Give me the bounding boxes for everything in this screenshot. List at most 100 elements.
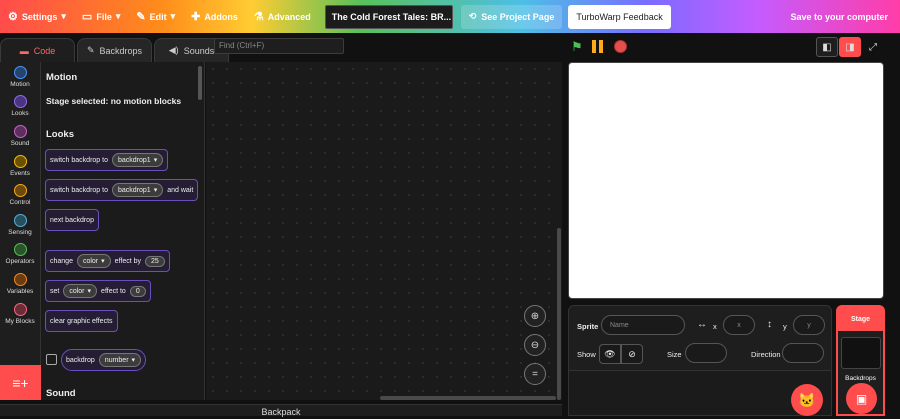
fullscreen-icon: ⤢ xyxy=(869,41,877,53)
image-plus-icon: ▣ xyxy=(855,391,868,406)
block-next-backdrop[interactable]: next backdrop xyxy=(45,209,99,231)
feedback-button[interactable]: TurboWarp Feedback xyxy=(568,4,671,29)
effect-dropdown[interactable]: color xyxy=(76,254,111,268)
settings-menu[interactable]: ⚙ Settings ▾ xyxy=(0,0,74,33)
stop-button[interactable] xyxy=(614,40,627,53)
normal-stage-button[interactable]: ◨ xyxy=(839,37,861,57)
caret-down-icon: ▾ xyxy=(115,11,121,21)
file-menu[interactable]: ▭ File ▾ xyxy=(74,0,128,33)
block-backdrop-reporter[interactable]: backdrop number xyxy=(61,349,147,371)
add-sprite-button[interactable]: 🐱 xyxy=(791,384,823,416)
pause-bar-icon xyxy=(592,40,596,53)
sensing-dot-icon xyxy=(13,213,27,227)
block-palette: Motion Stage selected: no motion blocks … xyxy=(41,62,205,400)
script-workspace[interactable] xyxy=(206,62,562,400)
show-hidden-button[interactable]: ⊘ xyxy=(621,344,643,364)
block-change-effect[interactable]: change color effect by 25 xyxy=(45,250,170,272)
block-set-effect[interactable]: set color effect to 0 xyxy=(45,280,151,302)
variables-dot-icon xyxy=(13,272,27,286)
editor-tabs: ▬ Code ✎ Backdrops ◀) Sounds xyxy=(0,38,229,62)
y-label: y xyxy=(783,322,787,331)
green-flag-icon[interactable]: ⚑ xyxy=(571,39,583,55)
direction-label: Direction xyxy=(751,350,781,359)
category-sound[interactable]: Sound xyxy=(0,121,40,151)
x-label: x xyxy=(713,322,717,331)
effect-value-input[interactable]: 25 xyxy=(145,255,165,267)
backdrop-property-dropdown[interactable]: number xyxy=(98,353,142,367)
add-backdrop-button[interactable]: ▣ xyxy=(846,383,877,414)
brush-icon: ✎ xyxy=(86,45,95,55)
zoom-out-icon: ⊖ xyxy=(530,339,540,351)
motion-note: Stage selected: no motion blocks xyxy=(46,96,182,106)
show-visible-button[interactable]: 👁 xyxy=(599,344,621,364)
extension-icon: ≡+ xyxy=(12,374,29,391)
caret-down-icon: ▾ xyxy=(61,11,66,21)
y-input[interactable]: y xyxy=(793,315,825,335)
zoom-in-button[interactable]: ⊕ xyxy=(524,305,546,327)
addons-menu[interactable]: ✚ Addons xyxy=(183,0,246,33)
advanced-menu[interactable]: ⚗ Advanced xyxy=(246,0,319,33)
horizontal-arrows-icon: ↔ xyxy=(697,319,707,330)
flask-icon: ⚗ xyxy=(253,11,264,23)
sprite-name-input[interactable]: Name xyxy=(601,315,685,335)
category-events[interactable]: Events xyxy=(0,151,40,181)
eye-slash-icon: ⊘ xyxy=(628,348,636,359)
category-menu: Motion Looks Sound Events Control Sensin… xyxy=(0,62,41,400)
stage-canvas[interactable] xyxy=(568,62,884,299)
puzzle-icon: ✚ xyxy=(191,11,201,23)
add-extension-button[interactable]: ≡+ xyxy=(0,365,41,400)
menu-bar: ⚙ Settings ▾ ▭ File ▾ ✎ Edit ▾ ✚ Addons … xyxy=(0,0,900,33)
save-button[interactable]: Save to your computer xyxy=(782,0,900,33)
category-variables[interactable]: Variables xyxy=(0,269,40,299)
direction-input[interactable] xyxy=(782,343,824,363)
eye-icon: 👁 xyxy=(604,348,616,359)
control-dot-icon xyxy=(13,184,27,198)
category-sensing[interactable]: Sensing xyxy=(0,210,40,240)
workspace-vertical-scrollbar[interactable] xyxy=(557,228,561,400)
fullscreen-button[interactable]: ⤢ xyxy=(862,37,884,57)
stage-pane-title: Stage xyxy=(838,307,883,331)
edit-menu[interactable]: ✎ Edit ▾ xyxy=(128,0,183,33)
backdrop-thumbnail xyxy=(841,337,881,369)
show-label: Show xyxy=(577,350,596,359)
effect-dropdown[interactable]: color xyxy=(63,284,98,298)
refresh-icon: ⟲ xyxy=(468,11,477,21)
zoom-out-button[interactable]: ⊖ xyxy=(524,334,546,356)
block-clear-effects[interactable]: clear graphic effects xyxy=(45,310,118,332)
x-input[interactable]: x xyxy=(723,315,755,335)
backpack-bar[interactable]: Backpack xyxy=(0,404,562,417)
category-motion[interactable]: Motion xyxy=(0,62,40,92)
backdrop-dropdown[interactable]: backdrop1 xyxy=(111,153,164,167)
zoom-reset-button[interactable]: = xyxy=(524,363,546,385)
tab-backdrops[interactable]: ✎ Backdrops xyxy=(77,38,152,62)
equals-icon: = xyxy=(532,368,538,380)
normal-stage-icon: ◨ xyxy=(845,41,855,53)
gear-icon: ⚙ xyxy=(8,11,18,23)
effect-value-input[interactable]: 0 xyxy=(129,285,146,297)
category-control[interactable]: Control xyxy=(0,180,40,210)
category-my-blocks[interactable]: My Blocks xyxy=(0,299,40,329)
operators-dot-icon xyxy=(13,243,27,257)
backdrop-checkbox[interactable] xyxy=(46,354,57,365)
pause-button[interactable] xyxy=(592,40,606,53)
block-switch-backdrop-and-wait[interactable]: switch backdrop to backdrop1 and wait xyxy=(45,179,199,201)
palette-scrollbar[interactable] xyxy=(198,66,202,100)
code-icon: ▬ xyxy=(19,45,29,56)
small-stage-button[interactable]: ◧ xyxy=(816,37,838,57)
see-project-button[interactable]: ⟲ See Project Page xyxy=(460,4,563,29)
speaker-icon: ◀) xyxy=(168,45,179,55)
looks-heading: Looks xyxy=(46,129,74,140)
size-input[interactable] xyxy=(685,343,727,363)
tab-code[interactable]: ▬ Code xyxy=(0,38,75,62)
backdrop-dropdown[interactable]: backdrop1 xyxy=(111,183,164,197)
sound-dot-icon xyxy=(13,124,27,138)
sound-heading: Sound xyxy=(46,388,76,399)
workspace-horizontal-scrollbar[interactable] xyxy=(380,396,556,400)
project-title-input[interactable]: The Cold Forest Tales: BR... xyxy=(324,4,453,29)
category-operators[interactable]: Operators xyxy=(0,240,40,270)
events-dot-icon xyxy=(13,154,27,168)
sprite-info-panel: Sprite Name ↔ x x ↕ y y Show 👁 ⊘ Size Di… xyxy=(568,305,832,371)
category-looks[interactable]: Looks xyxy=(0,92,40,122)
block-switch-backdrop[interactable]: switch backdrop to backdrop1 xyxy=(45,149,169,171)
find-input[interactable]: Find (Ctrl+F) xyxy=(214,38,344,54)
